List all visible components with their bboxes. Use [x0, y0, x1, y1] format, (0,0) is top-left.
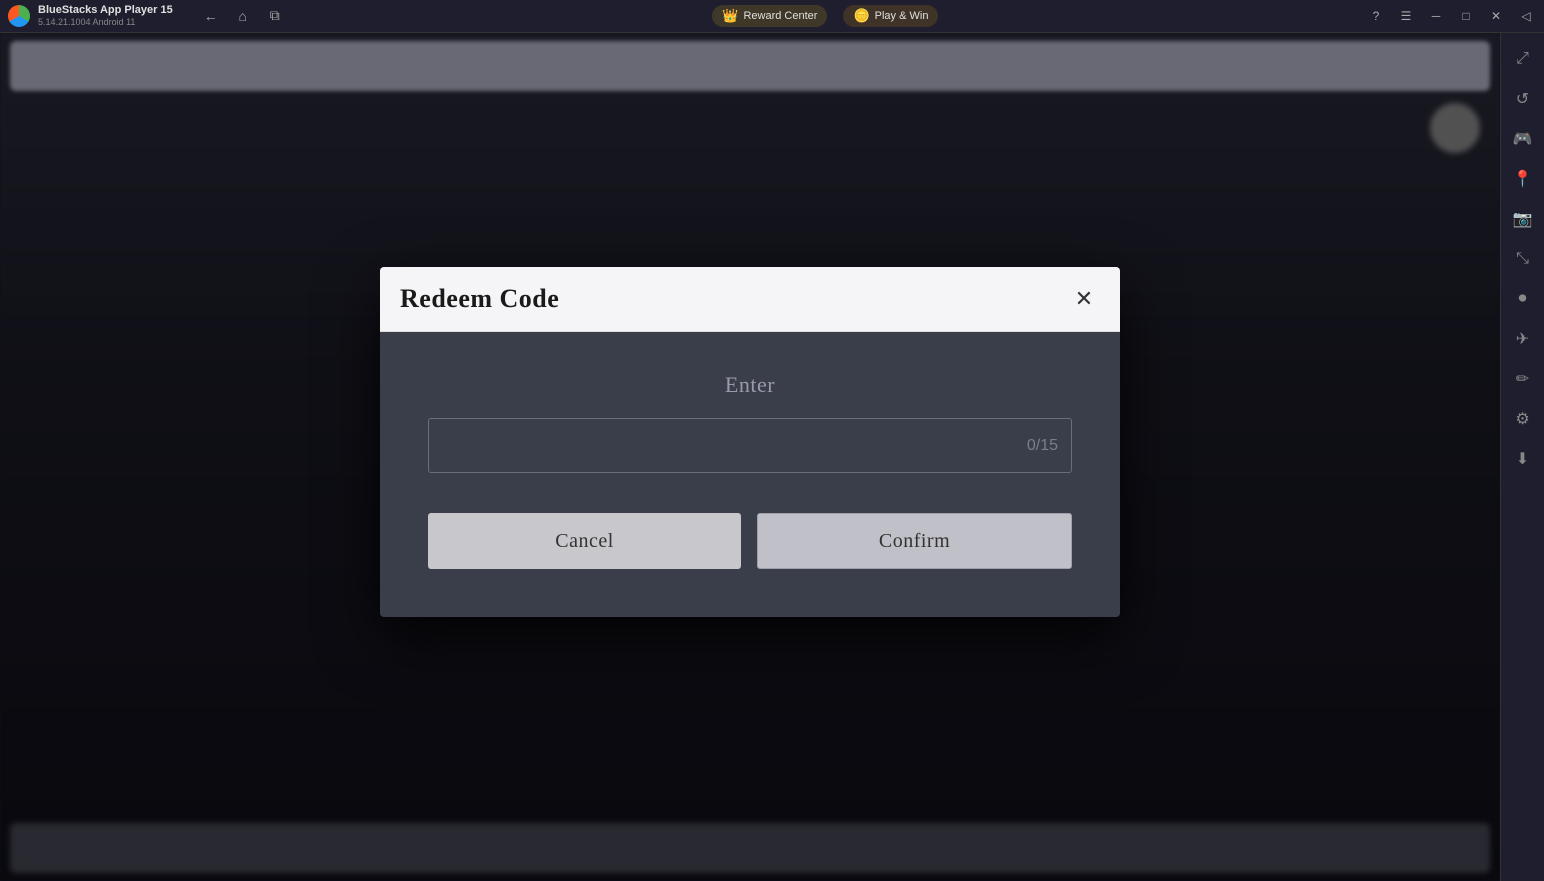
titlebar-center: 👑 Reward Center 🪙 Play & Win [289, 5, 1362, 27]
play-win-button[interactable]: 🪙 Play & Win [843, 5, 938, 27]
bluestacks-logo [8, 5, 30, 27]
camera-icon[interactable]: 📷 [1505, 201, 1541, 237]
dialog-header: Redeem Code ✕ [380, 267, 1120, 332]
dialog-title: Redeem Code [400, 284, 559, 314]
reward-center-label: Reward Center [743, 10, 817, 22]
char-count: 0/15 [1027, 437, 1058, 455]
cancel-button[interactable]: Cancel [428, 513, 741, 569]
dialog-footer: Cancel Confirm [428, 493, 1072, 569]
enter-label: Enter [725, 372, 775, 398]
titlebar-nav: ← ⌂ ⧉ [197, 5, 289, 27]
right-sidebar: ⤢ ↺ 🎮 📍 📷 ⤡ ⏺ ✈ ✏ ⚙ ⬇ [1500, 33, 1544, 881]
titlebar-left: BlueStacks App Player 15 5.14.21.1004 An… [0, 4, 289, 28]
app-version: 5.14.21.1004 Android 11 [38, 17, 173, 28]
crown-icon: 👑 [722, 8, 738, 24]
download-icon[interactable]: ⬇ [1505, 441, 1541, 477]
plane-icon[interactable]: ✈ [1505, 321, 1541, 357]
settings-icon[interactable]: ⚙ [1505, 401, 1541, 437]
app-name: BlueStacks App Player 15 [38, 4, 173, 17]
menu-button[interactable]: ☰ [1392, 5, 1420, 27]
sidebar-toggle-button[interactable]: ◁ [1512, 5, 1540, 27]
coin-icon: 🪙 [853, 8, 869, 24]
dialog-overlay: Redeem Code ✕ Enter 0/15 Cancel Confirm [0, 33, 1500, 881]
app-info: BlueStacks App Player 15 5.14.21.1004 An… [38, 4, 173, 28]
home-button[interactable]: ⌂ [229, 5, 257, 27]
redeem-code-dialog: Redeem Code ✕ Enter 0/15 Cancel Confirm [380, 267, 1120, 617]
confirm-button[interactable]: Confirm [757, 513, 1072, 569]
copy-button[interactable]: ⧉ [261, 5, 289, 27]
resize-icon[interactable]: ⤡ [1505, 241, 1541, 277]
back-button[interactable]: ← [197, 5, 225, 27]
macro-icon[interactable]: ⏺ [1505, 281, 1541, 317]
dialog-close-button[interactable]: ✕ [1068, 283, 1100, 315]
input-wrapper: 0/15 [428, 418, 1072, 473]
play-win-label: Play & Win [875, 10, 929, 22]
gamepad-icon[interactable]: 🎮 [1505, 121, 1541, 157]
redeem-code-input[interactable] [428, 418, 1072, 473]
minimize-button[interactable]: ─ [1422, 5, 1450, 27]
maximize-button[interactable]: □ [1452, 5, 1480, 27]
close-button[interactable]: ✕ [1482, 5, 1510, 27]
help-button[interactable]: ? [1362, 5, 1390, 27]
main-area: Redeem Code ✕ Enter 0/15 Cancel Confirm [0, 33, 1500, 881]
titlebar: BlueStacks App Player 15 5.14.21.1004 An… [0, 0, 1544, 33]
rotate-icon[interactable]: ↺ [1505, 81, 1541, 117]
reward-center-button[interactable]: 👑 Reward Center [712, 5, 827, 27]
location-icon[interactable]: 📍 [1505, 161, 1541, 197]
edit-icon[interactable]: ✏ [1505, 361, 1541, 397]
dialog-body: Enter 0/15 Cancel Confirm [380, 332, 1120, 617]
titlebar-right: ? ☰ ─ □ ✕ ◁ [1362, 5, 1544, 27]
expand-icon[interactable]: ⤢ [1505, 41, 1541, 77]
